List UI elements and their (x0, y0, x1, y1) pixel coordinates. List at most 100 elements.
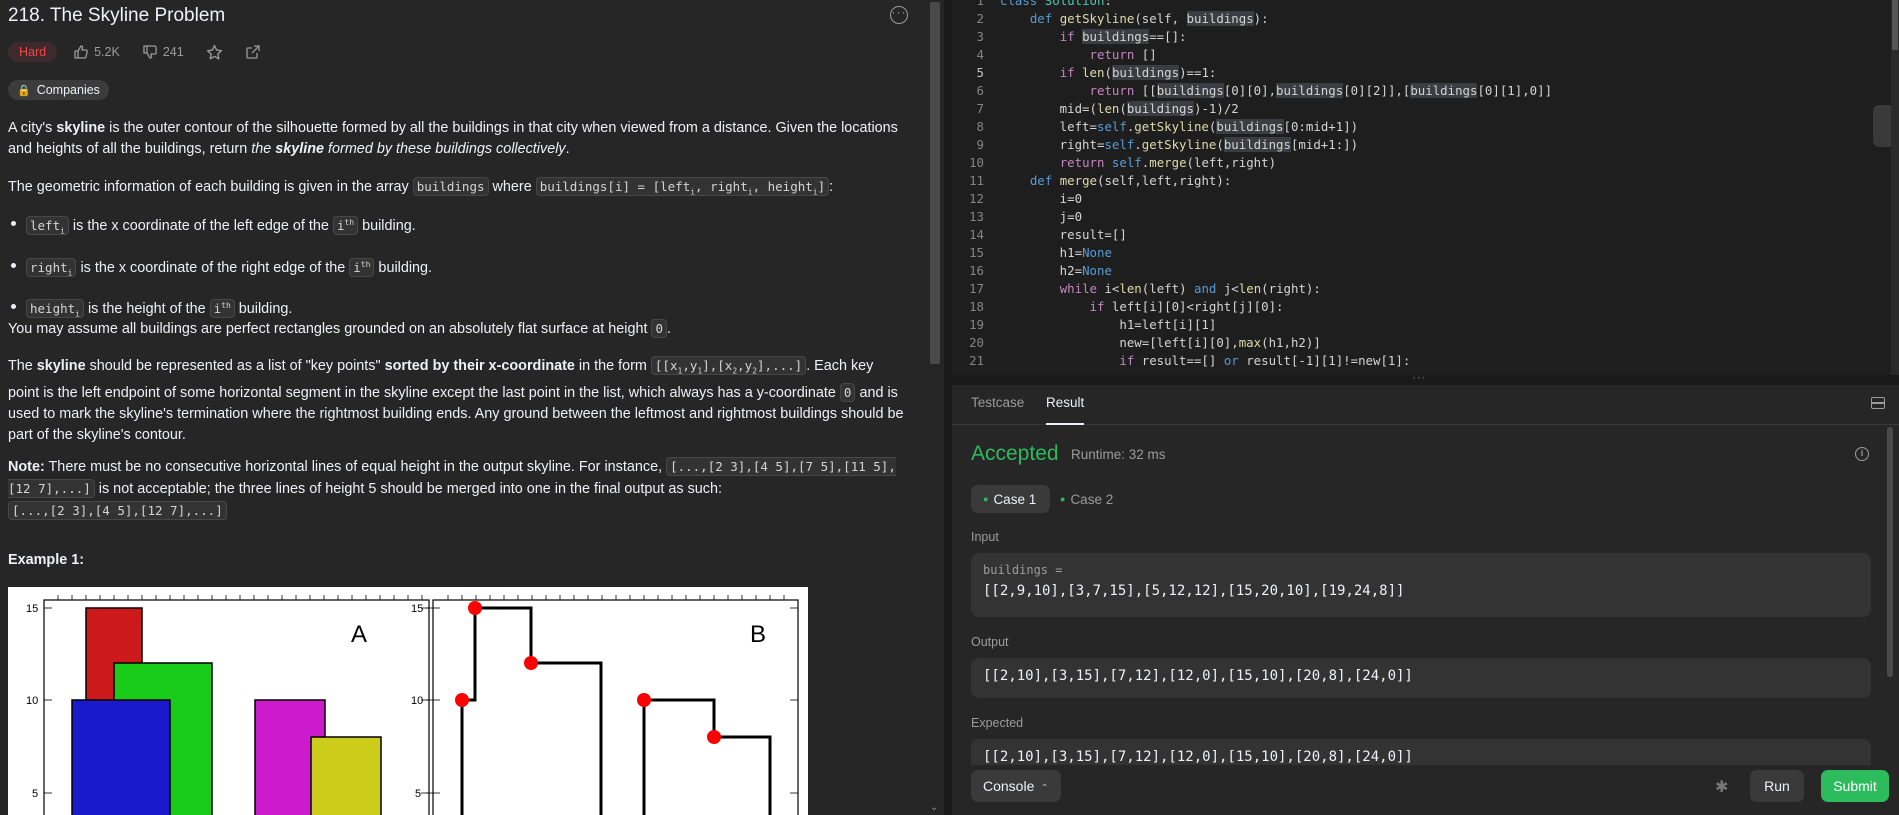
description-scrollbar[interactable]: ⌄ (926, 0, 944, 815)
layout-icon[interactable] (1871, 397, 1885, 409)
input-box: buildings = [[2,9,10],[3,7,15],[5,12,12]… (971, 553, 1871, 617)
code-line[interactable]: 18 if left[i][0]<right[j][0]: (952, 298, 1899, 316)
debug-bug-icon[interactable]: ✱ (1715, 777, 1728, 797)
code-text[interactable]: return [[buildings[0][0],buildings[0][2]… (1000, 82, 1552, 100)
description-paragraph-4: The skyline should be represented as a l… (8, 356, 904, 443)
code-text[interactable]: while i<len(left) and j<len(right): (1000, 280, 1321, 298)
companies-tag[interactable]: 🔒 Companies (8, 80, 109, 100)
scroll-down-arrow-icon[interactable]: ⌄ (930, 802, 938, 813)
code-line[interactable]: 6 return [[buildings[0][0],buildings[0][… (952, 82, 1899, 100)
code-text[interactable]: if buildings==[]: (1000, 28, 1187, 46)
share-button[interactable] (239, 44, 267, 60)
code-editor[interactable]: 1 class Solution: 2 def getSkyline(self, b… (952, 0, 1899, 375)
code-text[interactable]: h1=left[i][1] (1000, 316, 1216, 334)
line-number: 2 (976, 11, 984, 26)
code-text[interactable]: if left[i][0]<right[j][0]: (1000, 298, 1284, 316)
code-line[interactable]: 19 h1=left[i][1] (952, 316, 1899, 334)
like-button[interactable]: 5.2K (67, 44, 126, 60)
code-text[interactable]: h2=None (1000, 262, 1112, 280)
line-number: 8 (976, 119, 984, 134)
case-2-tab[interactable]: ● Case 2 (1048, 485, 1127, 513)
result-status: Accepted (971, 442, 1059, 465)
pass-dot-icon: ● (1060, 494, 1066, 504)
case-1-tab[interactable]: ● Case 1 (971, 485, 1051, 513)
code-text[interactable]: class Solution: (1000, 0, 1112, 10)
editor-scrollbar[interactable] (1891, 0, 1899, 375)
code-text[interactable]: new=[left[i][0],max(h1,h2)] (1000, 334, 1320, 352)
code-line[interactable]: 14 result=[] (952, 226, 1899, 244)
code-text[interactable]: return [] (1000, 46, 1157, 64)
tab-result[interactable]: Result (1046, 395, 1085, 425)
editor-console-resize-handle[interactable] (952, 369, 1899, 386)
code-text[interactable]: result=[] (1000, 226, 1127, 244)
share-icon (246, 45, 260, 59)
panel-label-b: B (750, 621, 766, 648)
runtime-text: Runtime: 32 ms (1071, 447, 1166, 462)
line-number: 12 (969, 191, 984, 206)
y-tick-10-b: 10 (411, 695, 423, 707)
line-number: 21 (969, 353, 984, 368)
scrollbar-thumb[interactable] (930, 2, 940, 364)
console-scrollbar[interactable] (1887, 427, 1895, 727)
code-text[interactable]: def getSkyline(self, buildings): (1000, 10, 1269, 28)
description-paragraph-1: A city's skyline is the outer contour of… (8, 120, 898, 157)
code-line[interactable]: 12 i=0 (952, 190, 1899, 208)
code-text[interactable]: i=0 (1000, 190, 1082, 208)
code-line[interactable]: 16 h2=None (952, 262, 1899, 280)
code-line[interactable]: 21 if result==[] or result[-1][1]!=new[1… (952, 352, 1899, 370)
skyline-outline-2 (642, 698, 772, 815)
list-item: righti is the x coordinate of the right … (8, 254, 908, 284)
line-number: 19 (969, 317, 984, 332)
line-number: 14 (969, 227, 984, 242)
console-tabs: Testcase Result (952, 385, 1899, 425)
code-text[interactable]: h1=None (1000, 244, 1112, 262)
submit-button[interactable]: Submit (1821, 770, 1889, 802)
y-tick-15-b: 15 (411, 603, 423, 615)
code-line[interactable]: 17 while i<len(left) and j<len(right): (952, 280, 1899, 298)
code-line[interactable]: 20 new=[left[i][0],max(h1,h2)] (952, 334, 1899, 352)
info-icon[interactable]: i (1855, 447, 1869, 461)
code-line[interactable]: 11 def merge(self,left,right): (952, 172, 1899, 190)
line-number: 20 (969, 335, 984, 350)
line-number: 16 (969, 263, 984, 278)
expected-value: [[2,10],[3,15],[7,12],[12,0],[15,10],[20… (983, 749, 1413, 765)
code-line[interactable]: 13 j=0 (952, 208, 1899, 226)
code-text[interactable]: if result==[] or result[-1][1]!=new[1]: (1000, 352, 1410, 370)
tab-testcase[interactable]: Testcase (971, 395, 1024, 410)
line-number: 15 (969, 245, 984, 260)
code-line[interactable]: 9 right=self.getSkyline(buildings[mid+1:… (952, 136, 1899, 154)
code-text[interactable]: mid=(len(buildings)-1)/2 (1000, 100, 1239, 118)
code-line[interactable]: 4 return [] (952, 46, 1899, 64)
line-number: 18 (969, 299, 984, 314)
code-text[interactable]: if len(buildings)==1: (1000, 64, 1216, 82)
thumbs-down-icon (143, 45, 157, 59)
code-text[interactable]: left=self.getSkyline(buildings[0:mid+1]) (1000, 118, 1358, 136)
more-options-icon[interactable]: ··· (890, 6, 908, 24)
code-text[interactable]: right=self.getSkyline(buildings[mid+1:]) (1000, 136, 1358, 154)
skyline-illustration: 15 10 5 A 15 10 5 B (26, 595, 799, 815)
panel-divider[interactable] (944, 0, 952, 815)
console-toggle-button[interactable]: Console ⌃ (971, 770, 1061, 802)
chevron-up-icon: ⌃ (1040, 783, 1049, 794)
code-line[interactable]: 8 left=self.getSkyline(buildings[0:mid+1… (952, 118, 1899, 136)
key-point (707, 730, 721, 744)
code-line[interactable]: 5 if len(buildings)==1: (952, 64, 1899, 82)
run-button[interactable]: Run (1750, 770, 1804, 802)
code-text[interactable]: def merge(self,left,right): (1000, 172, 1231, 190)
favorite-button[interactable] (200, 44, 229, 61)
dislike-button[interactable]: 241 (136, 44, 190, 60)
dislike-count: 241 (162, 45, 184, 59)
code-text[interactable]: j=0 (1000, 208, 1082, 226)
code-line[interactable]: 7 mid=(len(buildings)-1)/2 (952, 100, 1899, 118)
code-line[interactable]: 1 class Solution: (952, 0, 1899, 10)
problem-title[interactable]: 218. The Skyline Problem (8, 5, 225, 27)
code-text[interactable]: return self.merge(left,right) (1000, 154, 1276, 172)
code-line[interactable]: 2 def getSkyline(self, buildings): (952, 10, 1899, 28)
code-line[interactable]: 3 if buildings==[]: (952, 28, 1899, 46)
building-yellow (310, 736, 382, 815)
line-number: 3 (976, 29, 984, 44)
y-tick-15-a: 15 (26, 603, 38, 615)
code-line[interactable]: 10 return self.merge(left,right) (952, 154, 1899, 172)
code-line[interactable]: 15 h1=None (952, 244, 1899, 262)
line-number: 9 (976, 137, 984, 152)
